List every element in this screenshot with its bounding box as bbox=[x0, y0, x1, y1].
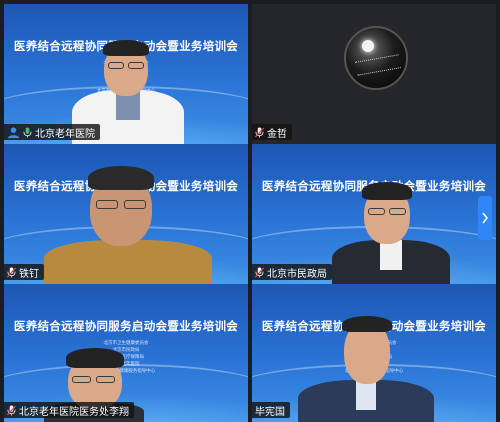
mic-muted-icon bbox=[7, 267, 16, 277]
avatar bbox=[344, 26, 408, 90]
participant-label: 北京老年医院 bbox=[4, 124, 100, 140]
participant-label: 铁钉 bbox=[4, 264, 44, 280]
mic-muted-icon bbox=[255, 127, 264, 137]
user-icon bbox=[7, 126, 20, 138]
participant-name: 北京老年医院医务处李翔 bbox=[19, 406, 129, 418]
video-tile-2[interactable]: 金哲 bbox=[252, 4, 496, 144]
participant-label: 北京市民政局 bbox=[252, 264, 332, 280]
participant-name: 北京老年医院 bbox=[35, 128, 95, 140]
side-panel-toggle[interactable] bbox=[478, 196, 492, 240]
video-tile-6[interactable]: 医养结合远程协同服务启动会暨业务培训会 北京市卫生健康委员会 北京市民政局 北京… bbox=[252, 284, 496, 422]
video-tile-1[interactable]: 医养结合远程协同服务启动会暨业务培训会 北京市卫生健康委员会 北京市民政局 北京… bbox=[4, 4, 248, 144]
video-tile-4[interactable]: 医养结合远程协同服务启动会暨业务培训会 北京市民政局 bbox=[252, 144, 496, 284]
video-tile-5[interactable]: 医养结合远程协同服务启动会暨业务培训会 北京市卫生健康委员会 北京市民政局 北京… bbox=[4, 284, 248, 422]
participant-name: 北京市民政局 bbox=[267, 268, 327, 280]
video-grid: 医养结合远程协同服务启动会暨业务培训会 北京市卫生健康委员会 北京市民政局 北京… bbox=[0, 0, 500, 422]
chevron-right-icon bbox=[482, 212, 489, 224]
participant-name: 毕宪国 bbox=[255, 406, 285, 418]
slide-title: 医养结合远程协同服务启动会暨业务培训会 bbox=[13, 319, 239, 333]
participant-name: 铁钉 bbox=[19, 268, 39, 280]
participant-label: 北京老年医院医务处李翔 bbox=[4, 402, 134, 418]
mic-muted-icon bbox=[255, 267, 264, 277]
participant-name: 金哲 bbox=[267, 128, 287, 140]
mic-icon bbox=[23, 127, 32, 137]
participant-label: 毕宪国 bbox=[252, 402, 290, 418]
video-tile-3[interactable]: 医养结合远程协同服务启动会暨业务培训会 铁钉 bbox=[4, 144, 248, 284]
participant-label: 金哲 bbox=[252, 124, 292, 140]
mic-muted-icon bbox=[7, 405, 16, 415]
